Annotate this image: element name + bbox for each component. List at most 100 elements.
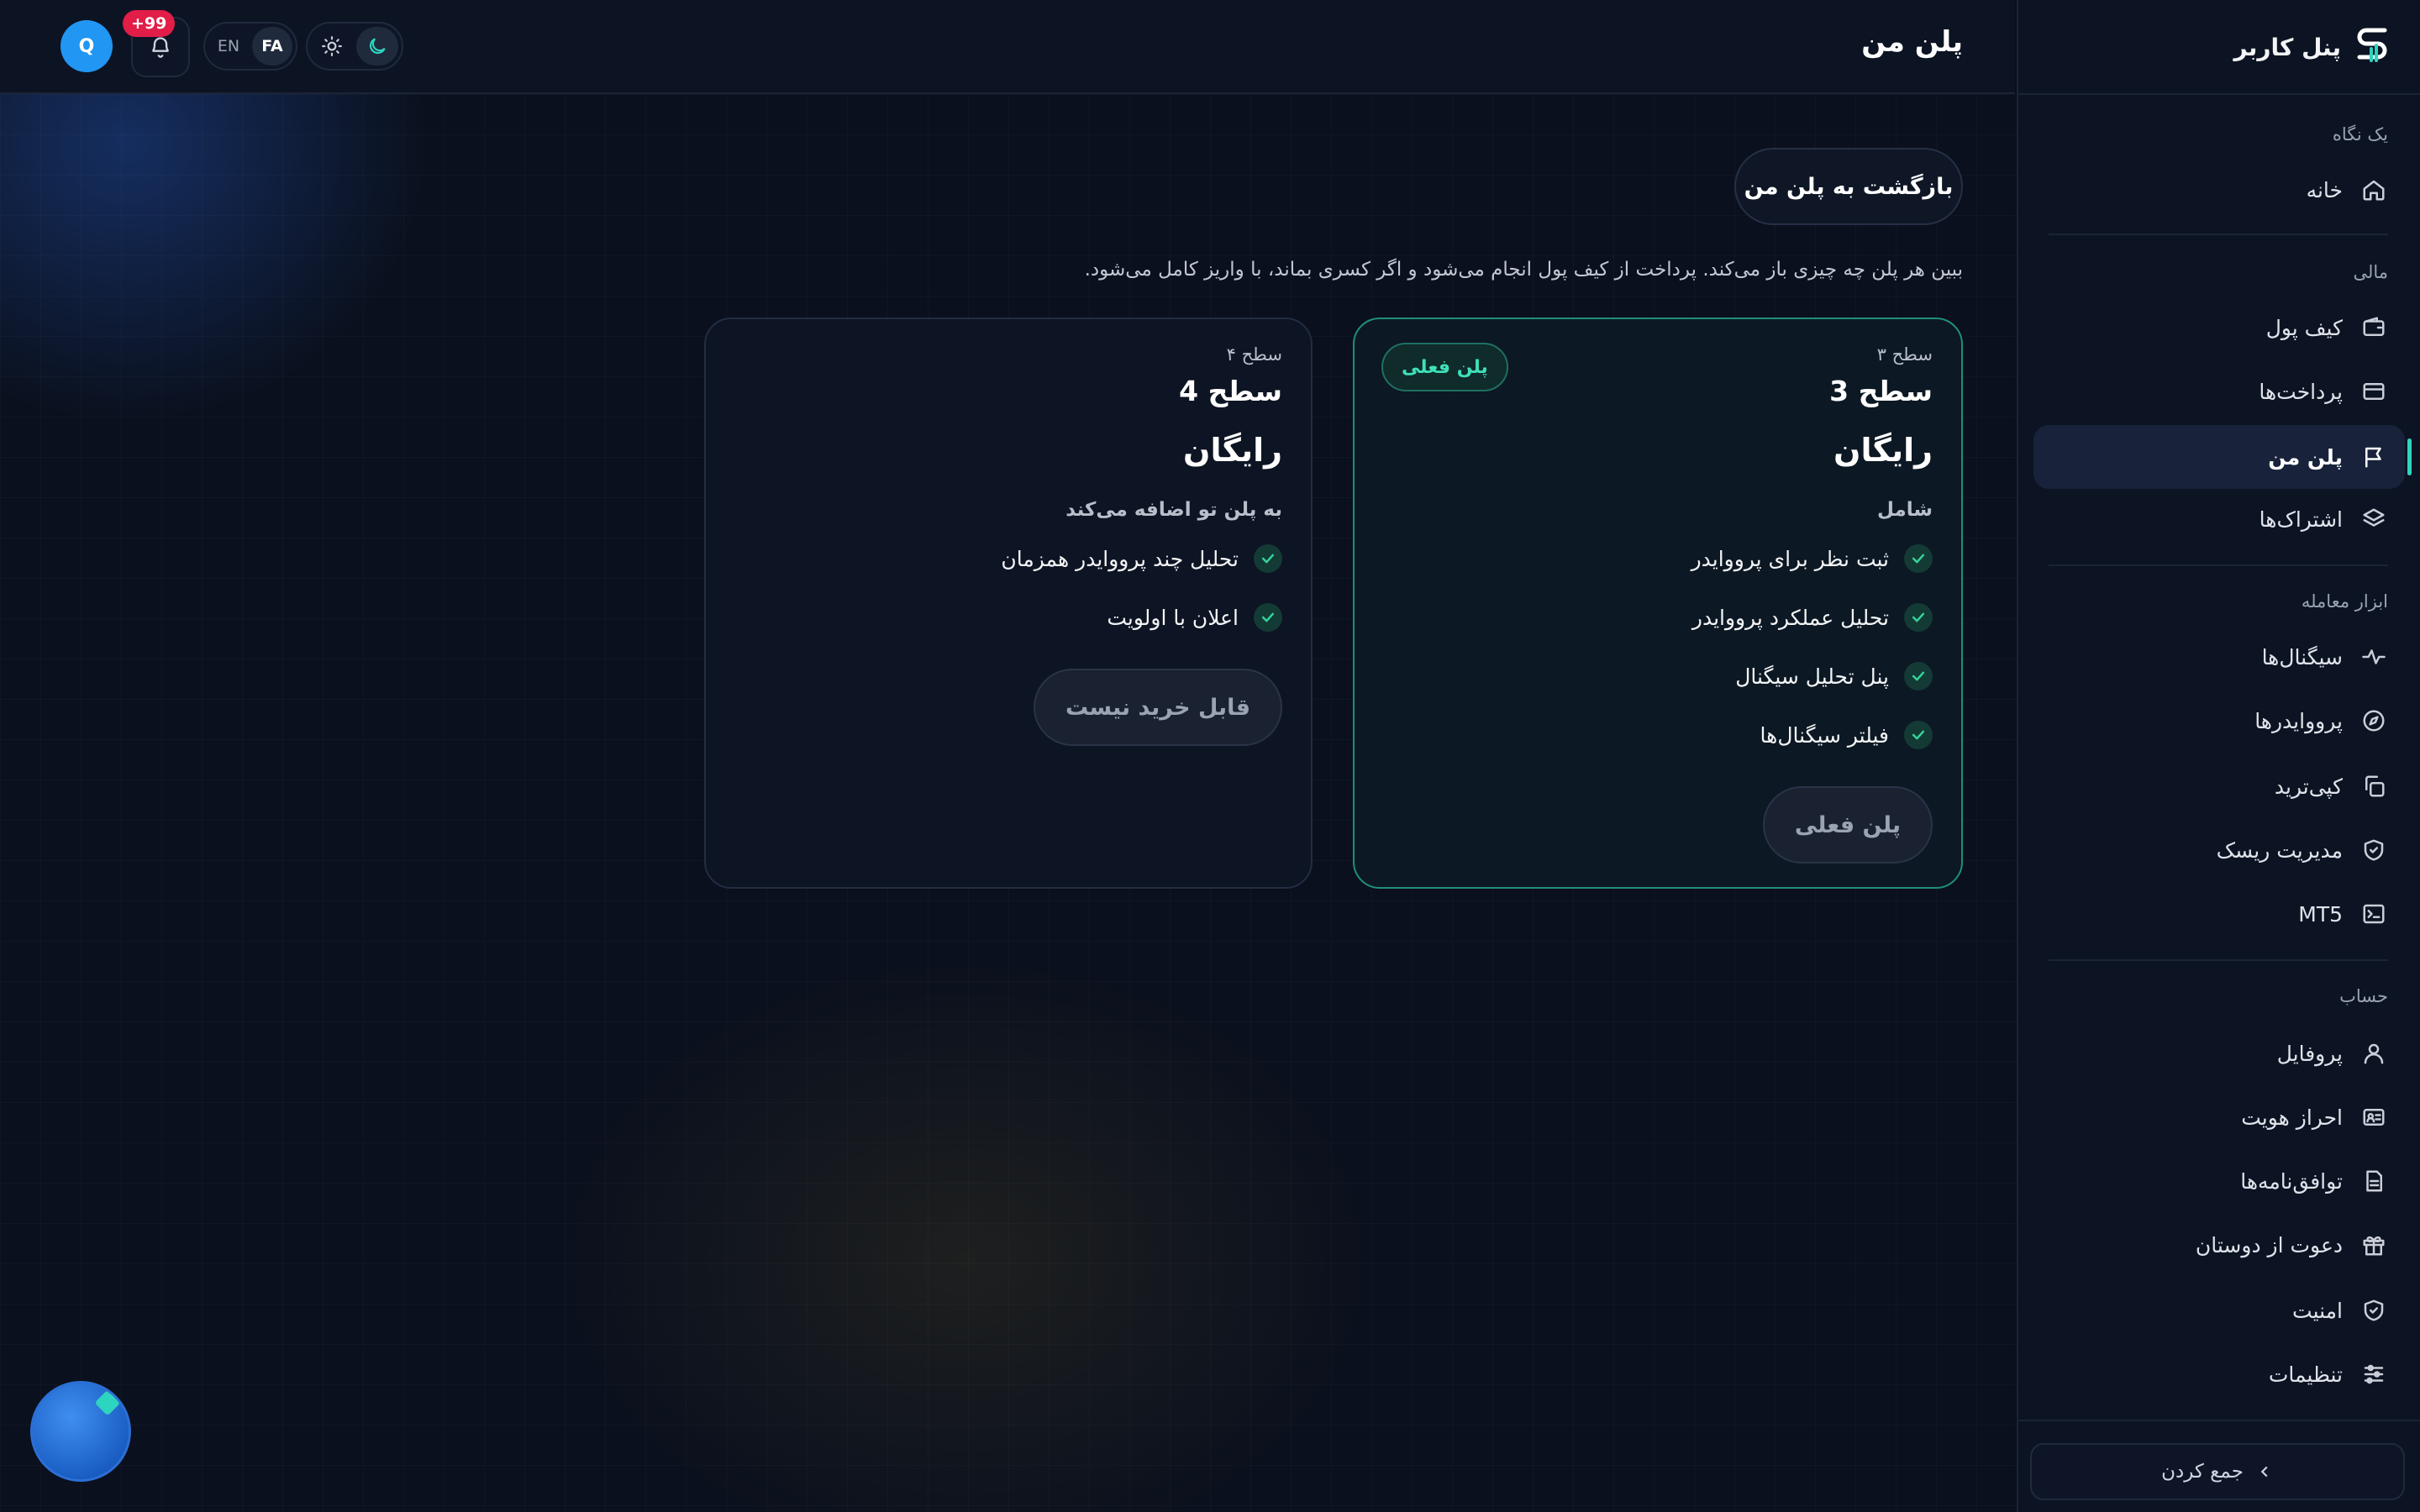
sidebar-item-label: پرداخت‌ها [2259,379,2343,404]
sidebar-item-label: پروفایل [2276,1041,2343,1066]
compass-icon [2361,708,2386,733]
sidebar-item-label: امنیت [2292,1298,2343,1323]
current-plan-badge: پلن فعلی [1381,343,1508,391]
section-label-trading-tools: ابزار معامله [2301,591,2388,612]
notification-count-badge: +99 [123,10,176,37]
sidebar-item-my-plan[interactable]: پلن من [2033,425,2412,489]
sidebar-item-security[interactable]: امنیت [2033,1278,2405,1342]
check-icon [1904,544,1933,573]
moon-icon [369,38,386,55]
user-icon [2361,1041,2386,1066]
sidebar-item-label: تنظیمات [2268,1362,2343,1387]
plan-level-caption: سطح ۳ [1876,344,1933,365]
back-to-my-plan-button[interactable]: بازگشت به پلن من [1734,148,1963,225]
language-switch[interactable]: EN FA [203,22,297,71]
sidebar-item-providers[interactable]: پرووایدرها [2033,689,2405,753]
plan-feature-label: تحلیل چند پرووایدر همزمان [1001,546,1239,571]
sidebar-item-label: MT5 [2298,901,2343,927]
shield-icon [2361,1298,2386,1323]
sidebar-item-agreements[interactable]: توافق‌نامه‌ها [2033,1149,2405,1213]
plan-price: رایگان [1833,432,1933,469]
theme-switch[interactable] [306,22,403,71]
section-label-glance: یک نگاه [2332,124,2388,144]
plan-card-level-4: سطح ۴ سطح 4 رایگان به پلن تو اضافه می‌کن… [704,318,1313,889]
not-purchasable-button[interactable]: قابل خرید نیست [1033,669,1282,746]
home-icon [2361,177,2386,202]
sidebar-item-label: کیف پول [2265,315,2343,340]
sidebar-item-label: دعوت از دوستان [2195,1232,2343,1257]
plan-feature: فیلتر سیگنال‌ها [1760,721,1933,749]
sidebar-item-label: اشتراک‌ها [2259,507,2343,532]
sidebar-item-label: پلن من [2268,444,2343,470]
plan-feature: تحلیل چند پرووایدر همزمان [1001,544,1282,573]
plan-feature-label: اعلان با اولویت [1107,605,1239,630]
sidebar-item-copytrade[interactable]: کپی‌ترید [2033,754,2405,818]
id-card-icon [2361,1105,2386,1130]
sidebar-item-signals[interactable]: سیگنال‌ها [2033,625,2405,689]
collapse-sidebar-button[interactable]: جمع کردن [2030,1443,2405,1500]
plan-feature-label: ثبت نظر برای پرووایدر [1691,546,1889,571]
sidebar-item-label: خانه [2306,177,2343,202]
flag-icon [2361,444,2386,470]
app-root: پلن من EN FA +99 Q پنل کاربر یک نگاه خان… [0,0,2420,1512]
plan-section-label: به پلن تو اضافه می‌کند [1065,499,1282,521]
collapse-label: جمع کردن [2161,1461,2244,1483]
pulse-icon [2361,644,2386,669]
sidebar-item-label: پرووایدرها [2254,708,2343,733]
sidebar-item-wallet[interactable]: کیف پول [2033,296,2405,360]
sliders-icon [2361,1362,2386,1387]
chevron-left-icon [2260,1466,2268,1478]
sidebar-item-invite[interactable]: دعوت از دوستان [2033,1213,2405,1277]
check-icon [1904,662,1933,690]
sidebar-item-risk-management[interactable]: مدیریت ریسک [2033,818,2405,882]
avatar[interactable]: Q [60,20,113,72]
sidebar: پنل کاربر یک نگاه خانه مالی کیف پول پردا… [2017,0,2420,1512]
sidebar-item-label: احراز هویت [2241,1105,2343,1130]
plan-feature-label: فیلتر سیگنال‌ها [1760,722,1889,748]
plan-level-title: سطح 3 [1829,375,1933,407]
plan-feature-label: تحلیل عملکرد پرووایدر [1691,605,1889,630]
bell-icon [152,37,169,58]
floating-assistant-button[interactable] [30,1381,131,1482]
plan-section-label: شامل [1876,499,1933,521]
sidebar-item-label: کپی‌ترید [2274,774,2343,799]
sidebar-item-profile[interactable]: پروفایل [2033,1021,2405,1085]
check-icon [1254,603,1282,632]
brand-title: پنل کاربر [2233,33,2341,61]
plan-level-title: سطح 4 [1179,375,1282,407]
section-label-finance: مالی [2353,262,2388,282]
sidebar-divider [2049,234,2388,235]
brand-logo-icon [2357,28,2387,62]
wallet-icon [2361,315,2386,340]
plan-card-level-3: سطح ۳ سطح 3 پلن فعلی رایگان شامل ثبت نظر… [1353,318,1963,889]
lang-en-option[interactable]: EN [208,27,249,66]
sidebar-divider [2049,959,2388,961]
current-plan-button[interactable]: پلن فعلی [1762,786,1933,864]
brand[interactable]: پنل کاربر [2233,24,2393,71]
plan-feature: تحلیل عملکرد پرووایدر [1692,603,1933,632]
sidebar-divider [2018,93,2420,95]
plan-feature: پنل تحلیل سیگنال [1735,662,1933,690]
terminal-icon [2361,901,2386,927]
sidebar-divider [2017,1420,2420,1421]
credit-card-icon [2361,379,2386,404]
layers-icon [2361,507,2386,532]
sun-icon [322,36,342,56]
sidebar-item-home[interactable]: خانه [2033,158,2405,222]
plans-description: ببین هر پلن چه چیزی باز می‌کند. پرداخت ا… [1084,259,1963,281]
shield-check-icon [2361,837,2386,863]
copy-icon [2361,774,2386,799]
plan-feature: ثبت نظر برای پرووایدر [1691,544,1933,573]
sidebar-item-kyc[interactable]: احراز هویت [2033,1085,2405,1149]
sidebar-item-mt5[interactable]: MT5 [2033,882,2405,946]
sidebar-item-label: سیگنال‌ها [2261,644,2343,669]
sidebar-item-settings[interactable]: تنظیمات [2033,1342,2405,1406]
theme-dark-option[interactable] [356,27,398,66]
gift-icon [2361,1232,2386,1257]
plan-level-caption: سطح ۴ [1226,344,1282,365]
sidebar-item-subscriptions[interactable]: اشتراک‌ها [2033,487,2405,551]
theme-light-option[interactable] [311,27,353,66]
sidebar-item-payments[interactable]: پرداخت‌ها [2033,360,2405,423]
lang-fa-option[interactable]: FA [252,27,292,66]
sidebar-item-label: توافق‌نامه‌ها [2240,1168,2343,1194]
